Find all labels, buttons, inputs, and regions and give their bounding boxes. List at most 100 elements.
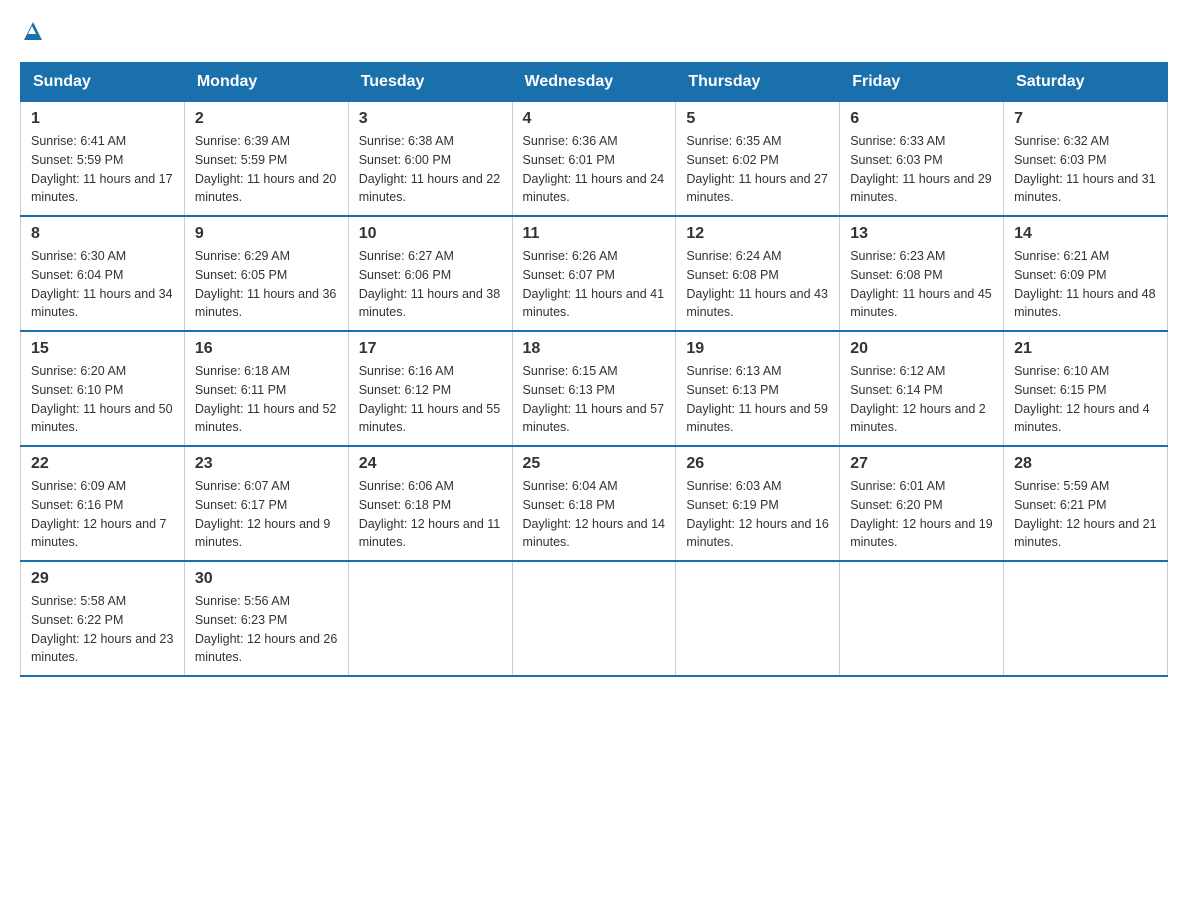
calendar-week-row: 29 Sunrise: 5:58 AMSunset: 6:22 PMDayligh…: [21, 561, 1168, 676]
day-number: 18: [523, 340, 666, 358]
calendar-day-cell: 7 Sunrise: 6:32 AMSunset: 6:03 PMDaylight…: [1004, 102, 1168, 217]
calendar-week-row: 15 Sunrise: 6:20 AMSunset: 6:10 PMDayligh…: [21, 331, 1168, 446]
day-detail: Sunrise: 6:29 AMSunset: 6:05 PMDaylight:…: [195, 247, 338, 322]
day-number: 5: [686, 110, 829, 128]
calendar-day-cell: 29 Sunrise: 5:58 AMSunset: 6:22 PMDayligh…: [21, 561, 185, 676]
day-detail: Sunrise: 5:58 AMSunset: 6:22 PMDaylight:…: [31, 592, 174, 667]
day-number: 23: [195, 455, 338, 473]
day-number: 21: [1014, 340, 1157, 358]
calendar-day-cell: 22 Sunrise: 6:09 AMSunset: 6:16 PMDayligh…: [21, 446, 185, 561]
day-number: 13: [850, 225, 993, 243]
calendar-day-cell: [676, 561, 840, 676]
calendar-day-cell: [840, 561, 1004, 676]
calendar-day-cell: 5 Sunrise: 6:35 AMSunset: 6:02 PMDaylight…: [676, 102, 840, 217]
day-detail: Sunrise: 6:01 AMSunset: 6:20 PMDaylight:…: [850, 477, 993, 552]
calendar-day-cell: 13 Sunrise: 6:23 AMSunset: 6:08 PMDayligh…: [840, 216, 1004, 331]
calendar-day-cell: 11 Sunrise: 6:26 AMSunset: 6:07 PMDayligh…: [512, 216, 676, 331]
day-detail: Sunrise: 6:39 AMSunset: 5:59 PMDaylight:…: [195, 132, 338, 207]
calendar-day-cell: [512, 561, 676, 676]
day-detail: Sunrise: 6:32 AMSunset: 6:03 PMDaylight:…: [1014, 132, 1157, 207]
day-detail: Sunrise: 6:27 AMSunset: 6:06 PMDaylight:…: [359, 247, 502, 322]
day-number: 22: [31, 455, 174, 473]
calendar-day-cell: 2 Sunrise: 6:39 AMSunset: 5:59 PMDaylight…: [184, 102, 348, 217]
day-number: 10: [359, 225, 502, 243]
day-number: 12: [686, 225, 829, 243]
calendar-week-row: 1 Sunrise: 6:41 AMSunset: 5:59 PMDaylight…: [21, 102, 1168, 217]
calendar-day-cell: 14 Sunrise: 6:21 AMSunset: 6:09 PMDayligh…: [1004, 216, 1168, 331]
day-number: 11: [523, 225, 666, 243]
calendar-day-cell: 1 Sunrise: 6:41 AMSunset: 5:59 PMDaylight…: [21, 102, 185, 217]
day-detail: Sunrise: 6:04 AMSunset: 6:18 PMDaylight:…: [523, 477, 666, 552]
day-detail: Sunrise: 6:03 AMSunset: 6:19 PMDaylight:…: [686, 477, 829, 552]
calendar-day-cell: 20 Sunrise: 6:12 AMSunset: 6:14 PMDayligh…: [840, 331, 1004, 446]
calendar-day-cell: 30 Sunrise: 5:56 AMSunset: 6:23 PMDayligh…: [184, 561, 348, 676]
header-saturday: Saturday: [1004, 63, 1168, 102]
day-number: 6: [850, 110, 993, 128]
calendar-header-row: Sunday Monday Tuesday Wednesday Thursday…: [21, 63, 1168, 102]
calendar-day-cell: 16Sunrise: 6:18 AMSunset: 6:11 PMDayligh…: [184, 331, 348, 446]
calendar-day-cell: 24 Sunrise: 6:06 AMSunset: 6:18 PMDayligh…: [348, 446, 512, 561]
calendar-table: Sunday Monday Tuesday Wednesday Thursday…: [20, 62, 1168, 677]
day-number: 3: [359, 110, 502, 128]
calendar-day-cell: 25 Sunrise: 6:04 AMSunset: 6:18 PMDayligh…: [512, 446, 676, 561]
header-monday: Monday: [184, 63, 348, 102]
day-number: 2: [195, 110, 338, 128]
day-detail: Sunrise: 6:24 AMSunset: 6:08 PMDaylight:…: [686, 247, 829, 322]
day-number: 27: [850, 455, 993, 473]
day-detail: Sunrise: 6:12 AMSunset: 6:14 PMDaylight:…: [850, 362, 993, 437]
day-number: 17: [359, 340, 502, 358]
day-number: 24: [359, 455, 502, 473]
day-number: 7: [1014, 110, 1157, 128]
day-number: 14: [1014, 225, 1157, 243]
day-detail: Sunrise: 6:23 AMSunset: 6:08 PMDaylight:…: [850, 247, 993, 322]
day-detail: Sunrise: 6:38 AMSunset: 6:00 PMDaylight:…: [359, 132, 502, 207]
calendar-day-cell: [348, 561, 512, 676]
day-detail: Sunrise: 6:15 AMSunset: 6:13 PMDaylight:…: [523, 362, 666, 437]
calendar-day-cell: 21 Sunrise: 6:10 AMSunset: 6:15 PMDayligh…: [1004, 331, 1168, 446]
header-thursday: Thursday: [676, 63, 840, 102]
day-detail: Sunrise: 6:41 AMSunset: 5:59 PMDaylight:…: [31, 132, 174, 207]
day-detail: Sunrise: 6:36 AMSunset: 6:01 PMDaylight:…: [523, 132, 666, 207]
day-detail: Sunrise: 6:26 AMSunset: 6:07 PMDaylight:…: [523, 247, 666, 322]
day-detail: Sunrise: 6:21 AMSunset: 6:09 PMDaylight:…: [1014, 247, 1157, 322]
day-number: 26: [686, 455, 829, 473]
calendar-day-cell: 18 Sunrise: 6:15 AMSunset: 6:13 PMDayligh…: [512, 331, 676, 446]
day-number: 25: [523, 455, 666, 473]
day-detail: Sunrise: 6:33 AMSunset: 6:03 PMDaylight:…: [850, 132, 993, 207]
day-detail: Sunrise: 5:59 AMSunset: 6:21 PMDaylight:…: [1014, 477, 1157, 552]
day-number: 9: [195, 225, 338, 243]
calendar-day-cell: 15 Sunrise: 6:20 AMSunset: 6:10 PMDayligh…: [21, 331, 185, 446]
day-detail: Sunrise: 6:10 AMSunset: 6:15 PMDaylight:…: [1014, 362, 1157, 437]
day-number: 19: [686, 340, 829, 358]
day-detail: Sunrise: 6:20 AMSunset: 6:10 PMDaylight:…: [31, 362, 174, 437]
day-number: 1: [31, 110, 174, 128]
day-number: 28: [1014, 455, 1157, 473]
day-detail: Sunrise: 6:09 AMSunset: 6:16 PMDaylight:…: [31, 477, 174, 552]
day-detail: Sunrise: 6:06 AMSunset: 6:18 PMDaylight:…: [359, 477, 502, 552]
page-header: [20, 20, 1168, 42]
calendar-day-cell: 19Sunrise: 6:13 AMSunset: 6:13 PMDayligh…: [676, 331, 840, 446]
calendar-week-row: 22 Sunrise: 6:09 AMSunset: 6:16 PMDayligh…: [21, 446, 1168, 561]
day-number: 15: [31, 340, 174, 358]
day-number: 20: [850, 340, 993, 358]
calendar-day-cell: 8Sunrise: 6:30 AMSunset: 6:04 PMDaylight…: [21, 216, 185, 331]
header-tuesday: Tuesday: [348, 63, 512, 102]
calendar-day-cell: 10 Sunrise: 6:27 AMSunset: 6:06 PMDayligh…: [348, 216, 512, 331]
day-detail: Sunrise: 5:56 AMSunset: 6:23 PMDaylight:…: [195, 592, 338, 667]
calendar-day-cell: 12 Sunrise: 6:24 AMSunset: 6:08 PMDayligh…: [676, 216, 840, 331]
day-number: 29: [31, 570, 174, 588]
header-wednesday: Wednesday: [512, 63, 676, 102]
logo-triangle: [22, 20, 44, 42]
day-detail: Sunrise: 6:18 AMSunset: 6:11 PMDaylight:…: [195, 362, 338, 437]
day-number: 30: [195, 570, 338, 588]
day-detail: Sunrise: 6:35 AMSunset: 6:02 PMDaylight:…: [686, 132, 829, 207]
calendar-day-cell: 26 Sunrise: 6:03 AMSunset: 6:19 PMDayligh…: [676, 446, 840, 561]
calendar-day-cell: 28 Sunrise: 5:59 AMSunset: 6:21 PMDayligh…: [1004, 446, 1168, 561]
calendar-day-cell: 9 Sunrise: 6:29 AMSunset: 6:05 PMDaylight…: [184, 216, 348, 331]
header-sunday: Sunday: [21, 63, 185, 102]
header-friday: Friday: [840, 63, 1004, 102]
calendar-day-cell: 23Sunrise: 6:07 AMSunset: 6:17 PMDayligh…: [184, 446, 348, 561]
day-detail: Sunrise: 6:30 AMSunset: 6:04 PMDaylight:…: [31, 247, 174, 322]
logo: [20, 20, 44, 42]
calendar-day-cell: 4Sunrise: 6:36 AMSunset: 6:01 PMDaylight…: [512, 102, 676, 217]
